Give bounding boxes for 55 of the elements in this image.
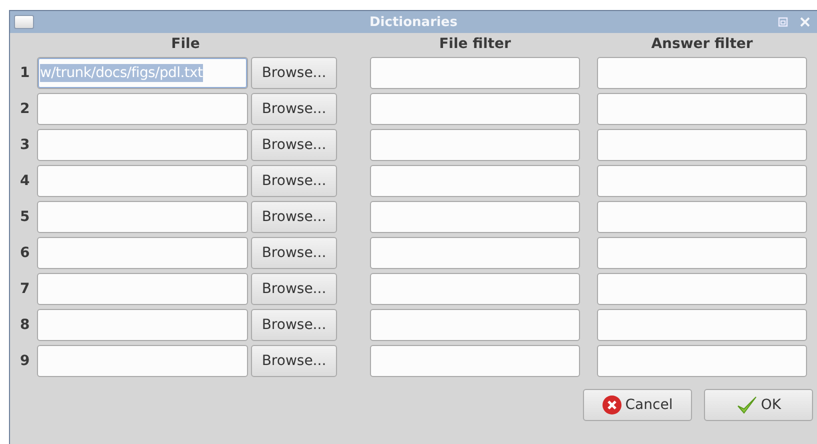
row-number: 2 bbox=[19, 101, 31, 117]
answer-filter-field[interactable] bbox=[597, 165, 807, 197]
cancel-button[interactable]: Cancel bbox=[583, 389, 692, 421]
answer-filter-field[interactable] bbox=[597, 237, 807, 269]
column-header: Answer filter bbox=[650, 35, 754, 53]
column-header: File bbox=[170, 35, 201, 53]
file-filter-field[interactable] bbox=[370, 165, 580, 197]
maximize-icon bbox=[778, 17, 788, 27]
browse-button[interactable]: Browse... bbox=[251, 201, 337, 233]
file-filter-field[interactable] bbox=[370, 237, 580, 269]
answer-filter-field[interactable] bbox=[597, 345, 807, 377]
file-filter-field[interactable] bbox=[370, 93, 580, 125]
browse-button[interactable]: Browse... bbox=[251, 165, 337, 197]
file-filter-field[interactable] bbox=[370, 57, 580, 89]
file-filter-field[interactable] bbox=[370, 345, 580, 377]
column-header: File filter bbox=[438, 35, 512, 53]
file-filter-field[interactable] bbox=[370, 129, 580, 161]
browse-button[interactable]: Browse... bbox=[251, 309, 337, 341]
file-field[interactable] bbox=[37, 129, 248, 161]
answer-filter-field[interactable] bbox=[597, 201, 807, 233]
row-number: 3 bbox=[19, 137, 31, 153]
file-filter-field[interactable] bbox=[370, 201, 580, 233]
browse-button[interactable]: Browse... bbox=[251, 273, 337, 305]
file-field[interactable] bbox=[37, 93, 248, 125]
row-number: 6 bbox=[19, 245, 31, 261]
browse-button[interactable]: Browse... bbox=[251, 129, 337, 161]
window-icon bbox=[14, 15, 34, 29]
answer-filter-field[interactable] bbox=[597, 57, 807, 89]
row-number: 4 bbox=[19, 173, 31, 189]
ok-button[interactable]: OK bbox=[704, 389, 813, 421]
checkmark-icon bbox=[736, 395, 758, 415]
answer-filter-field[interactable] bbox=[597, 309, 807, 341]
file-field[interactable] bbox=[37, 237, 248, 269]
row-number: 7 bbox=[19, 281, 31, 297]
answer-filter-field[interactable] bbox=[597, 93, 807, 125]
row-number: 9 bbox=[19, 353, 31, 369]
browse-button[interactable]: Browse... bbox=[251, 345, 337, 377]
browse-button[interactable]: Browse... bbox=[251, 237, 337, 269]
file-filter-field[interactable] bbox=[370, 273, 580, 305]
window-title: Dictionaries bbox=[368, 14, 458, 30]
cancel-icon bbox=[602, 395, 622, 415]
row-number: 5 bbox=[19, 209, 31, 225]
file-field[interactable] bbox=[37, 165, 248, 197]
browse-button[interactable]: Browse... bbox=[251, 93, 337, 125]
file-field[interactable] bbox=[37, 273, 248, 305]
close-icon bbox=[800, 17, 810, 27]
answer-filter-field[interactable] bbox=[597, 273, 807, 305]
browse-button[interactable]: Browse... bbox=[251, 57, 337, 89]
file-field[interactable] bbox=[37, 345, 248, 377]
file-filter-field[interactable] bbox=[370, 309, 580, 341]
row-number: 8 bbox=[19, 317, 31, 333]
file-field[interactable] bbox=[37, 201, 248, 233]
row-number: 1 bbox=[19, 65, 31, 81]
answer-filter-field[interactable] bbox=[597, 129, 807, 161]
file-field[interactable] bbox=[37, 309, 248, 341]
